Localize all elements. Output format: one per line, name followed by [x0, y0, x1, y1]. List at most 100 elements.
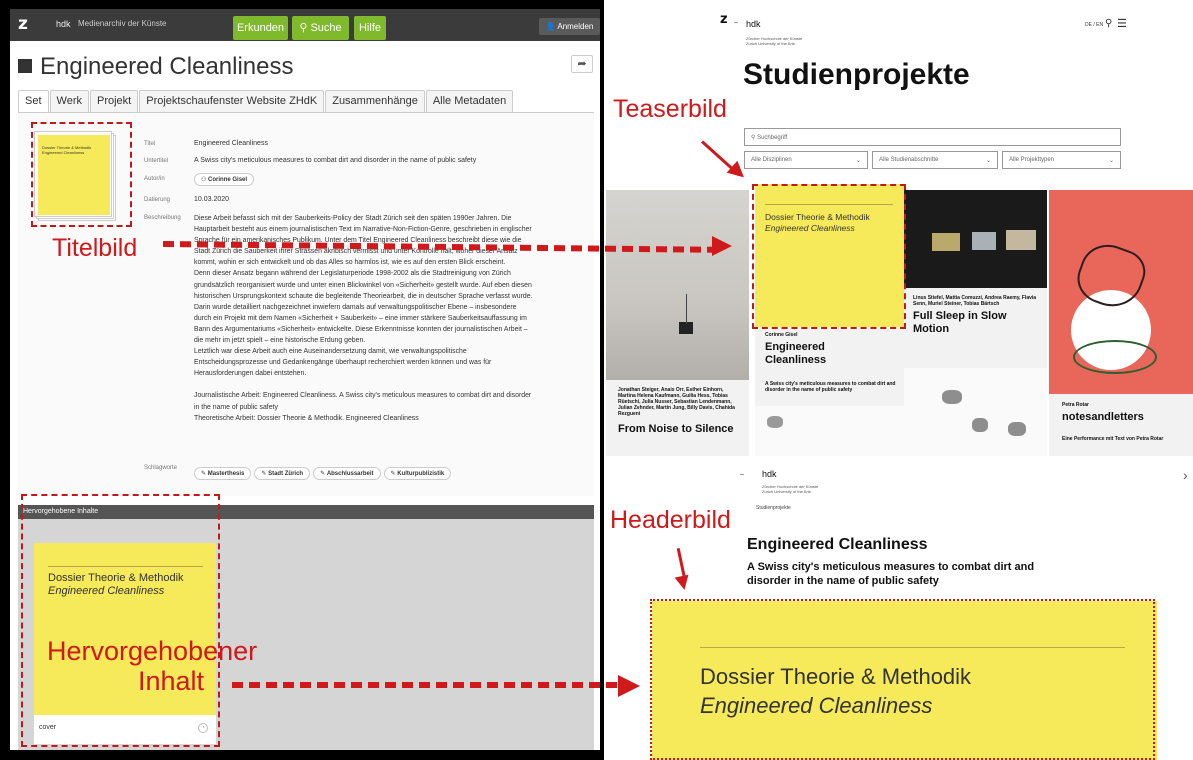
headerbild-highlight-box: [650, 599, 1155, 760]
zhdk-logo[interactable]: z: [726, 464, 734, 479]
tab-set[interactable]: Set: [18, 90, 49, 112]
hervorgehoben-annotation-line1: Hervorgehobener: [47, 636, 258, 666]
filter-projekttypen[interactable]: Alle Projekttypen ⌄: [1002, 151, 1121, 169]
filter-label: Alle Projekttypen: [1009, 157, 1055, 163]
anmelden-label: Anmelden: [557, 22, 594, 31]
tab-projektschaufenster[interactable]: Projektschaufenster Website ZHdK: [139, 90, 325, 112]
beschreibung-label: Beschreibung: [144, 215, 181, 221]
description-line: Theoretische Arbeit: Dossier Theorie & M…: [194, 414, 419, 422]
erkunden-button[interactable]: Erkunden: [233, 16, 288, 40]
hervorgehoben-annotation-line2: Inhalt: [138, 666, 205, 696]
page-heading: Studienprojekte: [743, 58, 970, 91]
description-line: Hauptarbeit besteht aus einem journalist…: [194, 226, 532, 234]
subtitle-line2: disorder in the name of public safety: [747, 575, 939, 587]
tile-subtitle: A Swiss city's meticulous measures to co…: [765, 381, 896, 393]
foil-object: [972, 418, 988, 432]
tile-title: notesandletters: [1062, 411, 1144, 423]
breadcrumb[interactable]: Studienprojekte: [756, 505, 791, 511]
gallery-painting: [972, 232, 996, 250]
poster-scribble: [1073, 340, 1157, 374]
share-icon: ➦: [577, 58, 587, 70]
tab-zusammenhaenge[interactable]: Zusammenhänge: [325, 90, 425, 112]
description-line: Letztlich war diese Arbeit auch eine Aus…: [194, 348, 467, 356]
description-line: Entscheidungsprozesse und Gedankengänge …: [194, 359, 492, 367]
subtitle-line1: A Swiss city's meticulous measures to co…: [747, 561, 1035, 573]
author-name: Corinne Gisel: [208, 177, 248, 183]
description-gap: [194, 379, 574, 390]
project-tile-notes[interactable]: Petra Rotar notesandletters Eine Perform…: [1049, 190, 1193, 456]
keyword-pill[interactable]: ✎ Kulturpublizistik: [383, 467, 452, 480]
menu-icon[interactable]: ☰: [1117, 17, 1127, 30]
foil-object: [767, 416, 783, 428]
hervorgehoben-arrow-line: [232, 682, 620, 688]
project-tile-noise[interactable]: Jonathan Steiger, Anais Orr, Esther Einh…: [606, 190, 749, 456]
description-line: in the name of public safety: [194, 403, 278, 411]
tile-title: From Noise to Silence: [618, 423, 734, 435]
description-line: Herausforderungen dabei entstehen.: [194, 370, 307, 378]
user-icon: 👤: [545, 22, 558, 31]
tab-werk[interactable]: Werk: [49, 90, 89, 112]
untertitel-label: Untertitel: [144, 158, 169, 164]
school-name: Zürcher Hochschule der Künste Zurich Uni…: [762, 484, 818, 494]
description-line: kommt, wohin er sich entwickelt und ob d…: [194, 259, 506, 267]
tab-projekt[interactable]: Projekt: [89, 90, 139, 112]
set-icon: [18, 59, 32, 73]
zhdk-logo[interactable]: z: [720, 12, 728, 27]
filter-disziplinen[interactable]: Alle Disziplinen ⌄: [744, 151, 868, 169]
description-line: Journalistische Arbeit: Engineered Clean…: [194, 392, 532, 400]
author-pill[interactable]: ⚇ Corinne Gisel: [194, 173, 255, 186]
gallery-painting: [932, 233, 960, 251]
archive-name[interactable]: Medienarchiv der Künste: [78, 19, 167, 28]
tile-authors: Jonathan Steiger, Anais Orr, Esther Einh…: [618, 387, 735, 417]
logo-separator: [734, 11, 738, 23]
share-button[interactable]: ➦: [571, 55, 593, 73]
titel-value: Engineered Cleanliness: [194, 140, 268, 147]
keyword-pill[interactable]: ✎ Abschlussarbeit: [313, 467, 381, 480]
foil-object: [1008, 422, 1026, 436]
tile-image-room: [606, 190, 749, 380]
project-tile-sleep[interactable]: Linus Stiefel, Mattia Comuzzi, Andrea Ra…: [904, 190, 1047, 456]
headerbild-arrowhead: [674, 574, 692, 592]
language-switch[interactable]: DE / EN: [1085, 22, 1103, 28]
tag-icon: ✎: [320, 471, 327, 477]
teaserbild-highlight-box: [752, 184, 906, 329]
gallery-painting: [1006, 230, 1036, 250]
titelbild-highlight-box: [31, 122, 132, 227]
filter-label: Alle Disziplinen: [751, 157, 792, 163]
hdk-label: hdk: [762, 469, 777, 479]
suche-button[interactable]: ⚲ Suche: [292, 16, 349, 40]
keyword-label: Abschlussarbeit: [326, 471, 374, 477]
tile-authors: Linus Stiefel, Mattia Comuzzi, Andrea Ra…: [913, 295, 1037, 307]
hdk-label: hdk: [746, 19, 761, 29]
search-icon[interactable]: ⚲: [1105, 18, 1112, 29]
description-line: die mehr im jetzt spielt – eine historis…: [194, 337, 366, 345]
search-input[interactable]: ⚲ Suchbegriff: [744, 128, 1121, 146]
project-title: Engineered Cleanliness: [747, 536, 928, 553]
anmelden-button[interactable]: 👤 Anmelden: [539, 18, 600, 35]
hervorgehoben-highlight-box: [21, 494, 220, 747]
chevron-down-icon: ⌄: [985, 158, 991, 164]
teaserbild-annotation: Teaserbild: [613, 95, 727, 123]
foil-object: [942, 390, 962, 404]
zhdk-logo[interactable]: z: [18, 14, 28, 34]
tile-subtitle: Eine Performance mit Text von Petra Rota…: [1062, 436, 1164, 442]
keyword-pill[interactable]: ✎ Stadt Zürich: [254, 467, 311, 480]
datierung-label: Datierung: [144, 197, 171, 203]
tile-title: Engineered Cleanliness: [765, 341, 827, 366]
tile-image-foil: [755, 406, 905, 456]
top-bar: z hdk Medienarchiv der Künste Erkunden ⚲…: [10, 9, 600, 41]
description-line: durch ein Projekt mit dem Namen «Sicherh…: [194, 314, 527, 322]
untertitel-value: A Swiss city's meticulous measures to co…: [194, 157, 477, 164]
hilfe-button[interactable]: Hilfe: [354, 16, 386, 40]
keyword-pill[interactable]: ✎ Masterthesis: [194, 467, 252, 480]
keyword-label: Kulturpublizistik: [397, 471, 445, 477]
project-subtitle: A Swiss city's meticulous measures to co…: [747, 560, 1034, 588]
tile-author: Petra Rotar: [1062, 402, 1089, 408]
tile-image-cable: [686, 294, 687, 324]
description-line: Darin wurde detailliert nachgezeichnet i…: [194, 303, 517, 311]
tab-alle-metadaten[interactable]: Alle Metadaten: [425, 90, 514, 112]
headerbild-annotation: Headerbild: [610, 506, 731, 534]
keyword-label: Stadt Zürich: [268, 471, 304, 477]
chevron-right-icon[interactable]: ›: [1183, 467, 1188, 483]
filter-studienabschnitte[interactable]: Alle Studienabschnitte ⌄: [872, 151, 998, 169]
